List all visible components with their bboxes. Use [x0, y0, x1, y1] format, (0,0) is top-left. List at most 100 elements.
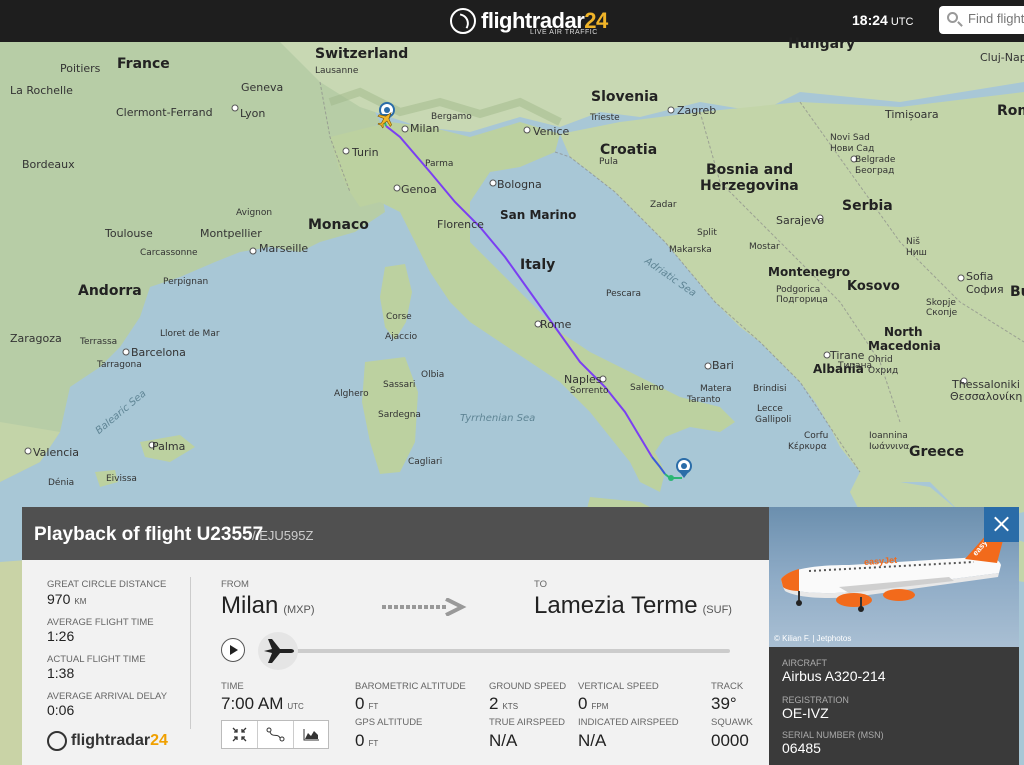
aircraft-type-value: Airbus A320-214: [782, 668, 886, 684]
map-label-country: Slovenia: [591, 89, 659, 105]
map-view-buttons: [221, 720, 329, 749]
map-label-city: Rome: [540, 318, 572, 331]
map-label-city: Terrassa: [80, 337, 118, 347]
map-label-city: Barcelona: [131, 346, 186, 359]
map-label-city: Zagreb: [677, 104, 717, 117]
map-label-city: Naples: [564, 373, 602, 386]
panel-divider: [190, 577, 191, 729]
actual-flight-time-value: 1:38: [47, 665, 75, 681]
altitude-graph-button[interactable]: [294, 721, 329, 748]
baro-altitude-label: BAROMETRIC ALTITUDE: [355, 681, 466, 692]
origin-code: (MXP): [283, 604, 315, 616]
map-label-city: Београд: [855, 166, 895, 176]
gps-altitude-value: 0 FT: [355, 731, 378, 751]
playback-title: Playback of flight U23557: [34, 524, 264, 545]
map-label-country: Hungary: [788, 36, 856, 52]
map-label-city: Lloret de Mar: [160, 329, 220, 339]
true-airspeed-value: N/A: [489, 731, 518, 750]
map-label-city: Brindisi: [753, 384, 787, 394]
map-label-city: Alghero: [334, 389, 369, 399]
radar-logo-icon: [47, 731, 67, 751]
squawk-value: 0000: [711, 731, 749, 750]
time-label: TIME: [221, 681, 244, 692]
map-label-city: Salerno: [630, 383, 665, 393]
map-label-city: Sofia: [966, 270, 994, 283]
map-label-city: Sardegna: [378, 410, 421, 420]
map-label-city: Lyon: [240, 107, 266, 120]
aircraft-type-label: AIRCRAFT: [782, 658, 827, 668]
map-label-city: Skopje: [926, 298, 956, 308]
collapse-view-button[interactable]: [222, 721, 258, 748]
search-icon: [947, 12, 958, 23]
radar-logo-icon: [450, 8, 476, 34]
gps-altitude-number: 0: [355, 731, 365, 750]
footer-logo-number: 24: [150, 732, 168, 749]
map-label-country: San Marino: [500, 208, 577, 222]
vertical-speed-unit: FPM: [591, 702, 609, 711]
map-label-city: Ιωάννινα: [869, 442, 910, 452]
ground-speed-number: 2: [489, 694, 499, 713]
search-input[interactable]: [966, 10, 1024, 27]
route-arrow-icon: [382, 598, 467, 616]
map-label-sea: Tyrrhenian Sea: [460, 413, 536, 424]
map-label-city: Θεσσαλονίκη: [950, 390, 1023, 403]
map-label-city: Matera: [700, 384, 732, 394]
map-label-country: Greece: [909, 444, 965, 460]
map-label-city: Turin: [352, 146, 379, 159]
avg-flight-time-label: AVERAGE FLIGHT TIME: [47, 617, 154, 628]
collapse-icon: [232, 727, 247, 742]
map-label-city: София: [966, 283, 1004, 296]
utc-clock: 18:24 UTC: [852, 12, 913, 28]
map-label-city: Montpellier: [200, 227, 262, 240]
route-view-button[interactable]: [258, 721, 294, 748]
aircraft-info-panel: easyJet easyJet © Kilian F. | Jetphotos …: [769, 507, 1019, 765]
clock-zone: UTC: [890, 16, 914, 28]
map-label-city: Olbia: [421, 370, 445, 380]
indicated-airspeed-label: INDICATED AIRSPEED: [578, 717, 679, 728]
map-label-city: La Rochelle: [10, 84, 73, 97]
playback-progress-bar[interactable]: [290, 649, 730, 653]
map-label-city: Zadar: [650, 200, 677, 210]
time-unit: UTC: [287, 702, 304, 711]
footer-logo-text: flightradar: [71, 732, 151, 749]
map-label-country: Croatia: [600, 142, 658, 158]
serial-number-value: 06485: [782, 740, 821, 756]
map-label-city: Нови Сад: [830, 144, 875, 154]
map-label-city: Ajaccio: [385, 332, 418, 342]
map-label-city: Palma: [152, 440, 186, 453]
map-label-city: Venice: [533, 125, 570, 138]
map-label-city: Novi Sad: [830, 133, 870, 143]
squawk-label: SQUAWK: [711, 717, 753, 728]
great-circle-number: 970: [47, 591, 71, 607]
map-label-city: Cluj-Nap: [980, 51, 1024, 64]
map-label-city: Bari: [712, 359, 734, 372]
map-label-city: Taranto: [687, 395, 721, 405]
flightradar-logo[interactable]: flightradar24 LIVE AIR TRAFFIC: [450, 5, 608, 37]
map-label-city: Eivissa: [106, 474, 137, 484]
map-label-city: Κέρκυρα: [788, 442, 827, 452]
aircraft-photo[interactable]: easyJet easyJet © Kilian F. | Jetphotos: [769, 507, 1019, 647]
map-label-country: Bosnia and: [706, 162, 794, 178]
avg-flight-time-value: 1:26: [47, 628, 75, 644]
map-label-city: Florence: [437, 218, 484, 231]
map-label-city: Timișoara: [885, 108, 939, 121]
map-label-city: Sassari: [383, 380, 416, 390]
map-label-city: Скопје: [926, 308, 958, 318]
play-button[interactable]: [221, 638, 245, 662]
map-label-city: Toulouse: [105, 227, 153, 240]
search-box[interactable]: [939, 6, 1024, 34]
true-airspeed-label: TRUE AIRSPEED: [489, 717, 566, 728]
from-label: FROM: [221, 579, 249, 590]
map-label-city: Bologna: [497, 178, 542, 191]
map-label-city: Zaragoza: [10, 332, 62, 345]
ground-speed-label: GROUND SPEED: [489, 681, 567, 692]
logo-subtitle: LIVE AIR TRAFFIC: [530, 29, 598, 36]
map-label-city: Bordeaux: [22, 158, 75, 171]
close-button[interactable]: [984, 507, 1019, 542]
playback-scrubber[interactable]: [258, 632, 298, 670]
map-label-city: Bergamo: [431, 112, 472, 122]
map-label-city: Valencia: [33, 446, 80, 459]
map-label-city: Clermont-Ferrand: [116, 106, 213, 119]
map-label-city: Belgrade: [855, 155, 896, 165]
airplane-icon: [264, 639, 294, 663]
